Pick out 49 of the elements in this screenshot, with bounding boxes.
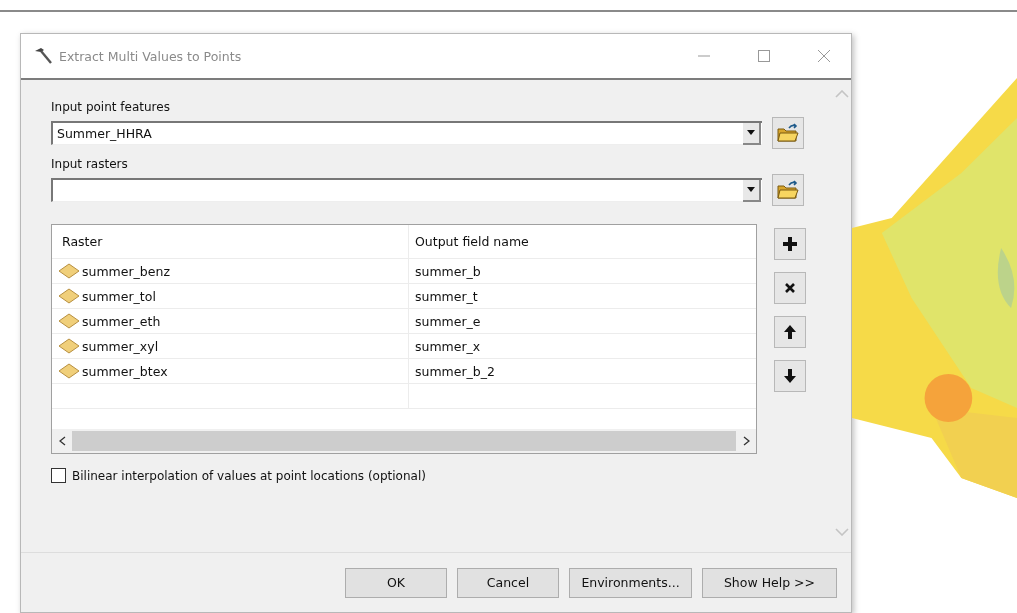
raster-icon	[58, 313, 80, 329]
table-cell: summer_b	[408, 259, 756, 283]
down-arrow-icon	[783, 368, 797, 384]
table-cell: summer_x	[408, 334, 756, 358]
dialog-button[interactable]: OK	[345, 567, 447, 598]
table-cell: summer_e	[408, 309, 756, 333]
hammer-icon	[33, 47, 53, 65]
checkbox-label: Bilinear interpolation of values at point locations (optional)	[72, 468, 426, 483]
field-label: Input rasters	[51, 157, 129, 171]
dialog-button[interactable]: Show Help >>	[702, 567, 837, 598]
plus-icon	[782, 236, 798, 252]
browse-button[interactable]	[772, 117, 804, 149]
dropdown-arrow-icon	[747, 130, 755, 135]
up-arrow-icon	[783, 324, 797, 340]
close-icon	[784, 282, 796, 294]
raster-icon	[58, 263, 80, 279]
table-cell: summer_xyl	[82, 338, 159, 354]
scroll-down-icon	[835, 528, 849, 536]
window-title: Extract Multi Values to Points	[59, 48, 243, 64]
close-icon	[818, 50, 830, 62]
raster-icon	[58, 338, 80, 354]
column-header: Output field name	[408, 225, 756, 258]
move-down-button[interactable]	[774, 360, 806, 392]
input-point-features-dropdown[interactable]: Summer_HHRA	[51, 121, 762, 145]
table-cell: summer_tol	[82, 288, 156, 304]
horizontal-scrollbar[interactable]	[52, 429, 756, 453]
scroll-right-icon	[742, 436, 750, 446]
dropdown-arrow-icon	[747, 187, 755, 192]
table-cell: summer_eth	[82, 313, 161, 329]
table-cell: summer_benz	[82, 263, 170, 279]
input-rasters-dropdown[interactable]	[51, 178, 762, 202]
remove-button[interactable]	[774, 272, 806, 304]
browse-button[interactable]	[772, 174, 804, 206]
table-cell: summer_t	[408, 284, 756, 308]
raster-icon	[58, 288, 80, 304]
scroll-left-icon	[58, 436, 66, 446]
scroll-up-icon	[835, 90, 849, 98]
move-up-button[interactable]	[774, 316, 806, 348]
dialog-button[interactable]: Cancel	[457, 567, 559, 598]
minimize-icon	[698, 55, 710, 57]
dialog-button[interactable]: Environments...	[569, 567, 692, 598]
add-button[interactable]	[774, 228, 806, 260]
checkbox[interactable]	[51, 468, 66, 483]
table-cell: summer_btex	[82, 363, 168, 379]
table-cell: summer_b_2	[408, 359, 756, 383]
raster-icon	[58, 363, 80, 379]
maximize-icon	[758, 50, 770, 62]
column-header: Raster	[61, 233, 104, 251]
field-label: Input point features	[51, 100, 171, 114]
